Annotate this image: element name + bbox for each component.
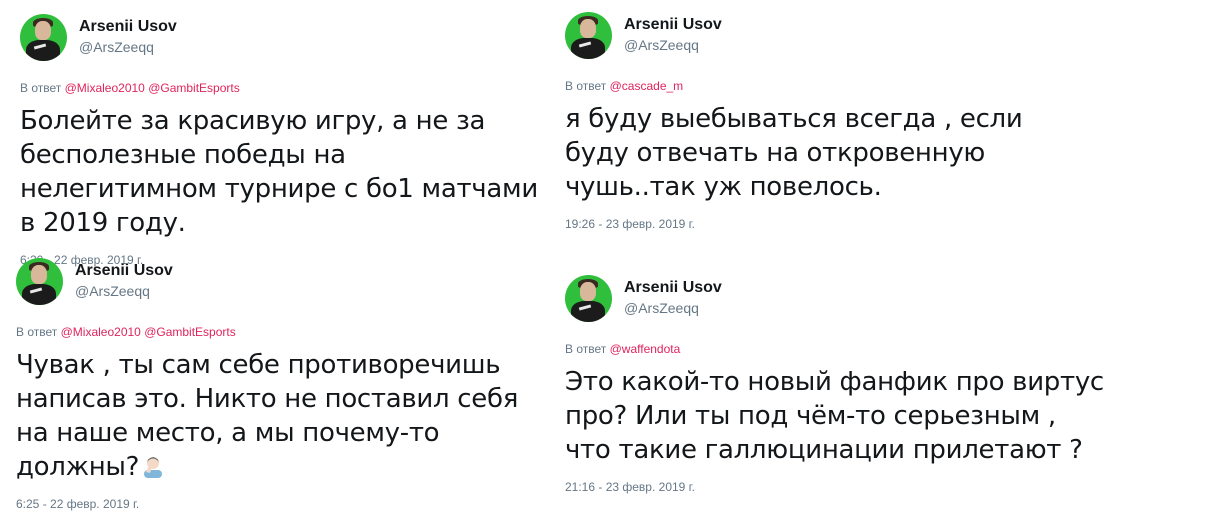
- avatar[interactable]: [20, 13, 67, 61]
- author-name[interactable]: Arsenii Usov: [624, 278, 722, 298]
- reply-context: В ответ @cascade_m: [565, 78, 1095, 94]
- author-name[interactable]: Arsenii Usov: [75, 261, 173, 281]
- avatar[interactable]: [565, 11, 612, 59]
- author-name[interactable]: Arsenii Usov: [624, 15, 722, 35]
- mention-link[interactable]: @GambitEsports: [148, 81, 240, 95]
- mention-link[interactable]: @Mixaleo2010: [65, 81, 145, 95]
- reply-context: В ответ @Mixaleo2010 @GambitEsports: [20, 80, 550, 96]
- avatar[interactable]: [565, 274, 612, 322]
- author-block: Arsenii Usov @ArsZeeqq: [75, 261, 173, 301]
- tweet-timestamp[interactable]: 19:26 - 23 февр. 2019 г.: [565, 216, 1095, 232]
- mention-link[interactable]: @waffendota: [610, 342, 681, 356]
- tweet-text-body: Чувак , ты сам себе противоречишь написа…: [16, 350, 519, 482]
- tweet-card: Arsenii Usov @ArsZeeqq В ответ @waffendo…: [565, 273, 1125, 495]
- tweet-text: Чувак , ты сам себе противоречишь написа…: [16, 348, 526, 484]
- tweet-card: Arsenii Usov @ArsZeeqq В ответ @cascade_…: [565, 10, 1095, 232]
- tweet-text: я буду выебываться всегда , если буду от…: [565, 104, 1023, 202]
- tweet-text: Болейте за красивую игру, а не за беспол…: [20, 106, 538, 238]
- tweet-card: Arsenii Usov @ArsZeeqq В ответ @Mixaleo2…: [16, 256, 546, 512]
- facepalm-emoji-icon: [144, 457, 163, 478]
- author-block: Arsenii Usov @ArsZeeqq: [624, 278, 722, 318]
- tweet-header: Arsenii Usov @ArsZeeqq: [20, 12, 550, 62]
- tweet-header: Arsenii Usov @ArsZeeqq: [565, 273, 1125, 323]
- author-handle[interactable]: @ArsZeeqq: [624, 35, 722, 55]
- tweet-timestamp[interactable]: 6:25 - 22 февр. 2019 г.: [16, 496, 546, 512]
- reply-prefix: В ответ: [20, 81, 62, 95]
- reply-context: В ответ @Mixaleo2010 @GambitEsports: [16, 324, 546, 340]
- reply-context: В ответ @waffendota: [565, 341, 1125, 357]
- tweet-timestamp[interactable]: 21:16 - 23 февр. 2019 г.: [565, 479, 1125, 495]
- tweet-card: Arsenii Usov @ArsZeeqq В ответ @Mixaleo2…: [20, 12, 550, 268]
- tweet-header: Arsenii Usov @ArsZeeqq: [565, 10, 1095, 60]
- author-handle[interactable]: @ArsZeeqq: [75, 281, 173, 301]
- tweet-header: Arsenii Usov @ArsZeeqq: [16, 256, 546, 306]
- author-handle[interactable]: @ArsZeeqq: [624, 298, 722, 318]
- author-handle[interactable]: @ArsZeeqq: [79, 37, 177, 57]
- reply-prefix: В ответ: [16, 325, 58, 339]
- author-block: Arsenii Usov @ArsZeeqq: [624, 15, 722, 55]
- mention-link[interactable]: @cascade_m: [610, 79, 684, 93]
- reply-prefix: В ответ: [565, 342, 607, 356]
- mention-link[interactable]: @GambitEsports: [144, 325, 236, 339]
- author-name[interactable]: Arsenii Usov: [79, 17, 177, 37]
- tweet-text: Это какой-то новый фанфик про виртус про…: [565, 367, 1104, 465]
- avatar[interactable]: [16, 257, 63, 305]
- author-block: Arsenii Usov @ArsZeeqq: [79, 17, 177, 57]
- mention-link[interactable]: @Mixaleo2010: [61, 325, 141, 339]
- reply-prefix: В ответ: [565, 79, 607, 93]
